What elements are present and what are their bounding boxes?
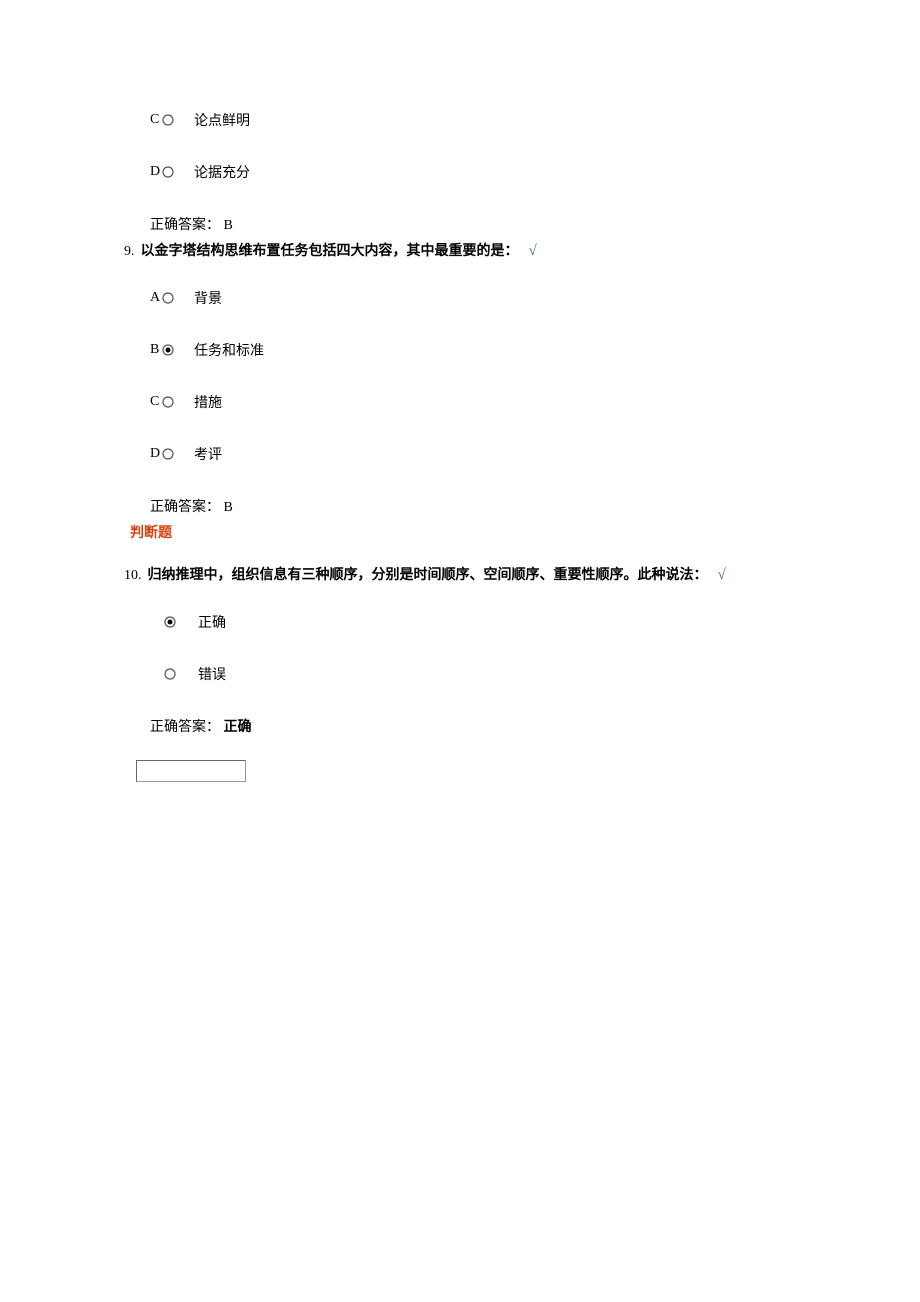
option-letter: C xyxy=(150,112,162,128)
option-text: 论点鲜明 xyxy=(194,110,250,130)
checkmark-icon: √ xyxy=(529,243,537,260)
text-input[interactable] xyxy=(136,760,246,782)
section-heading-judgment: 判断题 xyxy=(130,522,790,542)
option-letter: D xyxy=(150,446,162,462)
q9-option-d[interactable]: D 考评 xyxy=(130,444,790,464)
option-text: 措施 xyxy=(194,392,222,412)
q10-option-false[interactable]: 错误 xyxy=(130,664,790,684)
question-text: 以金字塔结构思维布置任务包括四大内容，其中最重要的是： xyxy=(141,240,519,260)
question-text: 归纳推理中，组织信息有三种顺序，分别是时间顺序、空间顺序、重要性顺序。此种说法： xyxy=(148,564,708,584)
option-text: 背景 xyxy=(194,288,222,308)
answer-value: B xyxy=(224,500,233,515)
checkmark-icon: √ xyxy=(718,567,726,584)
radio-checked-icon xyxy=(164,616,176,628)
radio-unchecked-icon xyxy=(162,114,174,126)
option-letter: D xyxy=(150,164,162,180)
radio-unchecked-icon xyxy=(162,448,174,460)
option-text: 考评 xyxy=(194,444,222,464)
option-letter: B xyxy=(150,342,162,358)
option-text: 任务和标准 xyxy=(194,340,264,360)
question-9: 9. 以金字塔结构思维布置任务包括四大内容，其中最重要的是： √ xyxy=(124,240,790,260)
answer-label: 正确答案： xyxy=(150,500,220,515)
answer-value: B xyxy=(224,218,233,233)
radio-unchecked-icon xyxy=(164,668,176,680)
option-text: 论据充分 xyxy=(194,162,250,182)
answer-value: 正确 xyxy=(224,720,252,735)
q9-option-b[interactable]: B 任务和标准 xyxy=(130,340,790,360)
question-number: 10. xyxy=(124,568,142,584)
q10-option-true[interactable]: 正确 xyxy=(130,612,790,632)
q10-answer: 正确答案： 正确 xyxy=(130,716,790,736)
q9-option-a[interactable]: A 背景 xyxy=(130,288,790,308)
option-letter: C xyxy=(150,394,162,410)
q8-answer: 正确答案： B xyxy=(130,214,790,234)
option-letter: A xyxy=(150,290,162,306)
question-10: 10. 归纳推理中，组织信息有三种顺序，分别是时间顺序、空间顺序、重要性顺序。此… xyxy=(124,564,790,584)
answer-label: 正确答案： xyxy=(150,218,220,233)
answer-label: 正确答案： xyxy=(150,720,220,735)
radio-unchecked-icon xyxy=(162,166,174,178)
radio-checked-icon xyxy=(162,344,174,356)
q8-option-c[interactable]: C 论点鲜明 xyxy=(130,110,790,130)
q9-answer: 正确答案： B xyxy=(130,496,790,516)
radio-unchecked-icon xyxy=(162,292,174,304)
option-text: 正确 xyxy=(198,612,226,632)
q8-option-d[interactable]: D 论据充分 xyxy=(130,162,790,182)
radio-unchecked-icon xyxy=(162,396,174,408)
option-text: 错误 xyxy=(198,664,226,684)
q9-option-c[interactable]: C 措施 xyxy=(130,392,790,412)
question-number: 9. xyxy=(124,244,135,260)
